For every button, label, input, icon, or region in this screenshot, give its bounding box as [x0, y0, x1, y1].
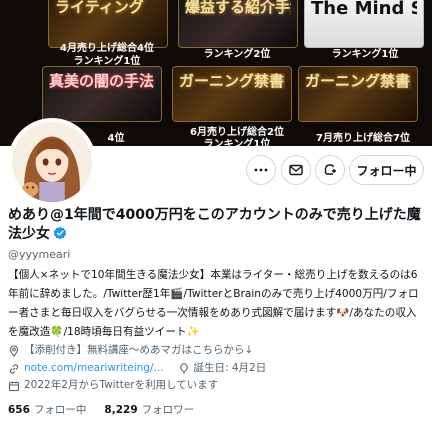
location-icon	[9, 344, 19, 357]
banner-tile-text: ライティング	[55, 0, 144, 16]
balloon-icon	[179, 362, 188, 374]
banner-caption: 4位	[107, 133, 125, 144]
following-stat[interactable]: 656 フォロー中	[8, 402, 86, 417]
calendar-icon	[8, 381, 20, 391]
meta-link-birthday-row: note.com/meariwriteing/... 誕生日: 4月2日	[8, 361, 428, 376]
banner-tile-referral: 爆益する紹介手法	[178, 0, 298, 48]
banner-caption: ランキング2位	[203, 49, 271, 60]
joined-text: 2022年2月からTwitterを利用しています	[24, 379, 219, 391]
banner-tile-text: ガーニング禁書目録	[179, 73, 285, 90]
following-label: フォロー中	[33, 404, 87, 416]
link-icon	[9, 363, 19, 374]
more-button[interactable]	[246, 155, 276, 185]
mail-icon	[289, 164, 303, 176]
meta-joined-row: 2022年2月からTwitterを利用しています	[8, 378, 428, 393]
followers-stat[interactable]: 8,229 フォロワー	[104, 402, 194, 417]
notify-icon	[324, 164, 336, 175]
location-text: 【添削付き】無料講座〜めあマガはこちらから↓	[24, 344, 254, 356]
avatar[interactable]	[8, 118, 96, 206]
banner-tile-text: ガーニング禁書目録	[305, 73, 411, 90]
profile-link[interactable]: note.com/meariwriteing/...	[24, 361, 164, 376]
user-handle: @yyymeari	[8, 248, 71, 261]
banner-caption: 7月売り上げ総合7位	[316, 133, 410, 144]
meta-location-row: 【添削付き】無料講座〜めあマガはこちらから↓	[8, 343, 428, 358]
banner-tile-text: The Mind Set 22	[311, 0, 417, 19]
followers-label: フォロワー	[141, 404, 195, 416]
following-count: 656	[8, 404, 30, 416]
more-icon	[254, 168, 268, 172]
banner-tile-earning-1: ガーニング禁書目録	[172, 66, 292, 122]
banner-tile-darkness: 真美の闇の手法	[42, 66, 162, 122]
display-name: めあり@1年間で4000万円をこのアカウントのみで売り上げた魔法少女	[8, 206, 428, 244]
profile-bio: 【個人×ネットで10年間生きる魔法少女】本業はライター・総売り上げを数えるのは6…	[8, 269, 419, 338]
notify-button[interactable]	[315, 155, 345, 185]
banner-tile-mindset: The Mind Set 22	[304, 0, 424, 48]
banner-tile-text: 爆益する紹介手法	[185, 0, 291, 16]
banner-tile-earning-2: ガーニング禁書目録	[298, 66, 418, 122]
banner-tile-text: 真美の闇の手法	[49, 73, 155, 90]
follow-stats: 656 フォロー中 8,229 フォロワー	[8, 402, 194, 417]
banner-caption: 4月売り上げ総合4位	[60, 43, 154, 54]
following-button[interactable]: フォロー中	[349, 155, 424, 185]
verified-badge-icon	[53, 226, 67, 240]
banner-tile-writing: ライティング	[48, 0, 168, 48]
message-button[interactable]	[281, 155, 311, 185]
banner-caption: ランキング1位	[203, 139, 271, 146]
banner-caption: ランキング1位	[331, 49, 399, 60]
birthday-text: 誕生日: 4月2日	[193, 362, 267, 374]
display-name-text: めあり@1年間で4000万円をこのアカウントのみで売り上げた魔法少女	[8, 207, 421, 242]
followers-count: 8,229	[104, 404, 138, 416]
avatar-illustration	[12, 122, 92, 202]
